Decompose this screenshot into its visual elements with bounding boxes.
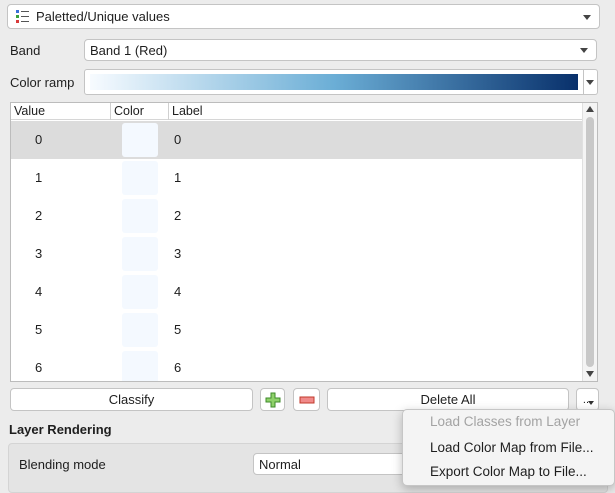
- row-value: 3: [35, 246, 43, 261]
- renderer-type-value: Paletted/Unique values: [36, 9, 170, 24]
- row-color-swatch[interactable]: [122, 161, 158, 195]
- color-ramp-preview[interactable]: [84, 69, 584, 95]
- scroll-up-arrow-icon[interactable]: [586, 106, 594, 112]
- row-label[interactable]: 2: [174, 197, 181, 235]
- row-color-swatch[interactable]: [122, 123, 158, 157]
- band-combobox[interactable]: Band 1 (Red): [84, 39, 597, 61]
- table-row[interactable]: 6 6: [11, 349, 583, 381]
- row-color-swatch[interactable]: [122, 351, 158, 381]
- menu-item-load-classes-from-layer: Load Classes from Layer: [430, 414, 581, 429]
- menu-item-export-color-map-to-file[interactable]: Export Color Map to File...: [430, 464, 587, 479]
- row-label[interactable]: 5: [174, 311, 181, 349]
- menu-arrow-icon: [588, 401, 594, 405]
- menu-item-load-color-map-from-file[interactable]: Load Color Map from File...: [430, 440, 594, 455]
- band-label: Band: [10, 43, 41, 58]
- chevron-down-icon: [583, 14, 591, 20]
- renderer-type-combobox[interactable]: Paletted/Unique values: [7, 4, 600, 29]
- color-map-options-menu: Load Classes from Layer Load Color Map f…: [402, 409, 615, 486]
- row-value: 6: [35, 360, 43, 375]
- color-ramp-label: Color ramp: [10, 75, 75, 90]
- scrollbar-thumb[interactable]: [586, 117, 594, 367]
- row-color-swatch[interactable]: [122, 275, 158, 309]
- table-vertical-scrollbar[interactable]: [582, 103, 597, 381]
- row-label[interactable]: 0: [174, 121, 181, 159]
- remove-class-button[interactable]: [293, 388, 320, 411]
- column-header-label[interactable]: Label: [169, 103, 469, 120]
- table-row[interactable]: 0 0: [11, 121, 583, 159]
- table-row[interactable]: 5 5: [11, 311, 583, 349]
- classify-button[interactable]: Classify: [10, 388, 253, 411]
- layer-rendering-title: Layer Rendering: [9, 422, 112, 437]
- delete-all-button[interactable]: Delete All: [327, 388, 569, 411]
- chevron-down-icon: [580, 48, 588, 53]
- row-value: 0: [35, 132, 43, 147]
- paletted-renderer-icon: [16, 10, 30, 23]
- plus-icon: [265, 392, 280, 407]
- chevron-down-icon: [586, 80, 594, 85]
- row-label[interactable]: 4: [174, 273, 181, 311]
- row-label[interactable]: 3: [174, 235, 181, 273]
- add-class-button[interactable]: [260, 388, 285, 411]
- minus-icon: [299, 396, 314, 403]
- row-color-swatch[interactable]: [122, 237, 158, 271]
- table-row[interactable]: 2 2: [11, 197, 583, 235]
- row-value: 1: [35, 170, 43, 185]
- row-label[interactable]: 6: [174, 349, 181, 381]
- more-options-button[interactable]: ...: [576, 388, 599, 411]
- blending-mode-value: Normal: [259, 456, 301, 472]
- table-row[interactable]: 1 1: [11, 159, 583, 197]
- column-header-value[interactable]: Value: [11, 103, 111, 120]
- table-row[interactable]: 4 4: [11, 273, 583, 311]
- row-label[interactable]: 1: [174, 159, 181, 197]
- scroll-down-arrow-icon[interactable]: [586, 371, 594, 377]
- table-row[interactable]: 3 3: [11, 235, 583, 273]
- row-value: 2: [35, 208, 43, 223]
- row-value: 5: [35, 322, 43, 337]
- row-value: 4: [35, 284, 43, 299]
- row-color-swatch[interactable]: [122, 199, 158, 233]
- classes-table[interactable]: Value Color Label 0 0 1 1 2 2 3 3 4 4 5 …: [10, 102, 598, 382]
- blending-mode-label: Blending mode: [19, 457, 106, 472]
- row-color-swatch[interactable]: [122, 313, 158, 347]
- band-value: Band 1 (Red): [90, 42, 168, 58]
- color-ramp-selector[interactable]: [84, 69, 598, 95]
- table-header: Value Color Label: [11, 103, 583, 120]
- column-header-color[interactable]: Color: [111, 103, 169, 120]
- color-ramp-gradient: [90, 74, 578, 90]
- color-ramp-dropdown-button[interactable]: [584, 69, 598, 95]
